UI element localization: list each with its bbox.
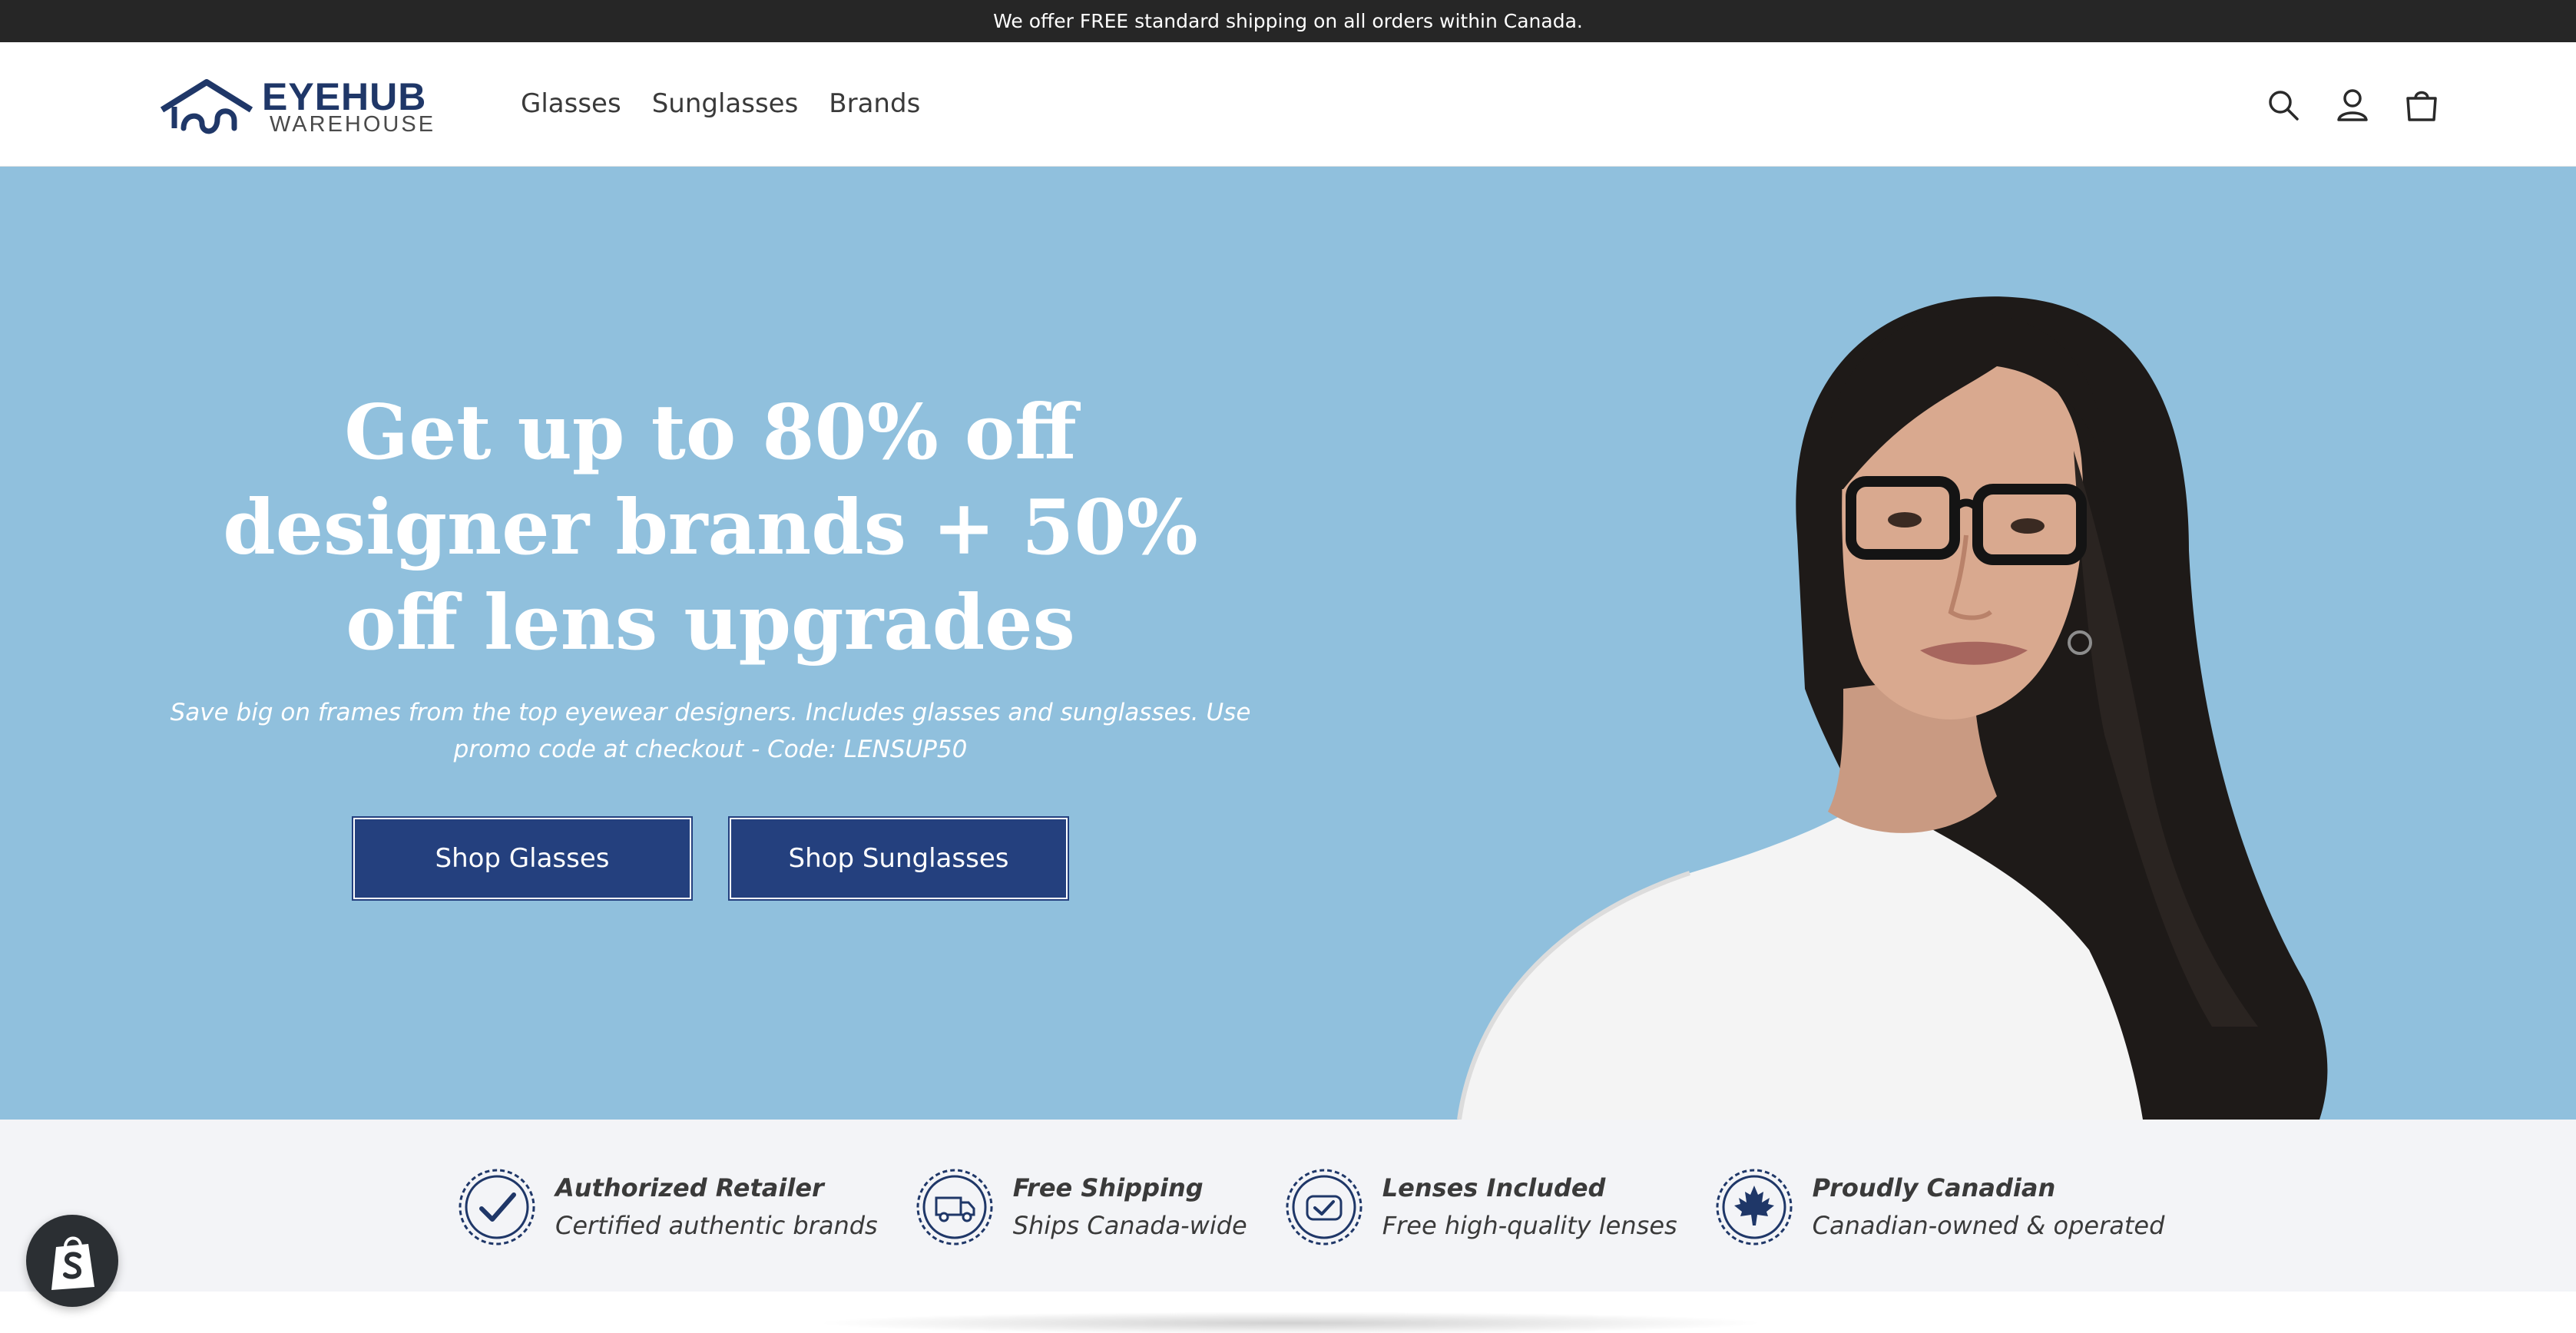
nav-link-brands[interactable]: Brands [829, 82, 920, 125]
badge-lenses-included: Lenses Included Free high-quality lenses [1284, 1167, 1677, 1247]
badge-title: Free Shipping [1012, 1173, 1204, 1202]
truck-seal-icon [916, 1169, 993, 1245]
account-icon [2337, 89, 2368, 121]
lens-check-seal-icon [1286, 1169, 1362, 1245]
account-button[interactable] [2333, 82, 2372, 128]
model-portrait-image [1457, 296, 2328, 1120]
badge-title: Proudly Canadian [1812, 1173, 2056, 1202]
badge-desc: Certified authentic brands [555, 1211, 878, 1240]
cart-button[interactable] [2402, 82, 2441, 128]
badge-authorized-retailer: Authorized Retailer Certified authentic … [457, 1167, 878, 1247]
nav-link-sunglasses[interactable]: Sunglasses [652, 82, 799, 125]
brand-logo[interactable]: EYEHUB WAREHOUSE [157, 76, 442, 139]
badge-desc: Canadian-owned & operated [1812, 1211, 2165, 1240]
badge-desc: Free high-quality lenses [1382, 1211, 1677, 1240]
search-icon [2269, 91, 2299, 121]
shopify-bag-icon [51, 1236, 94, 1290]
shop-sunglasses-button[interactable]: Shop Sunglasses [730, 818, 1068, 899]
hero-cta-group: Shop Glasses Shop Sunglasses [353, 818, 1068, 899]
maple-leaf-seal-icon [1716, 1169, 1793, 1245]
hero-banner: Get up to 80% off designer brands + 50% … [0, 167, 2576, 1120]
next-section-edge [0, 1292, 2576, 1333]
house-glasses-logo-icon [160, 79, 253, 134]
nav-link-glasses[interactable]: Glasses [521, 82, 621, 125]
site-header: EYEHUB WAREHOUSE Glasses Sunglasses Bran… [0, 42, 2576, 167]
badge-free-shipping: Free Shipping Ships Canada-wide [915, 1167, 1247, 1247]
header-actions [2264, 82, 2441, 128]
logo-wordmark-secondary: WAREHOUSE [270, 112, 436, 137]
checkmark-seal-icon [459, 1169, 535, 1245]
shopify-app-button[interactable] [26, 1215, 118, 1307]
badge-desc: Ships Canada-wide [1012, 1211, 1247, 1240]
badge-title: Lenses Included [1382, 1173, 1606, 1202]
cart-icon [2406, 91, 2437, 121]
announcement-bar: We offer FREE standard shipping on all o… [0, 0, 2576, 42]
hero-subtitle: Save big on frames from the top eyewear … [170, 699, 1251, 763]
hero-title: Get up to 80% off designer brands + 50% … [223, 389, 1198, 667]
trust-badges-strip: Authorized Retailer Certified authentic … [0, 1120, 2576, 1292]
announcement-text: We offer FREE standard shipping on all o… [993, 10, 1583, 32]
logo-wordmark-primary: EYEHUB [262, 75, 427, 118]
hero-text-block: Get up to 80% off designer brands + 50% … [131, 385, 1290, 768]
main-nav: Glasses Sunglasses Brands [521, 82, 920, 125]
badge-proudly-canadian: Proudly Canadian Canadian-owned & operat… [1714, 1167, 2165, 1247]
badge-title: Authorized Retailer [555, 1173, 824, 1202]
shop-glasses-button[interactable]: Shop Glasses [353, 818, 691, 899]
search-button[interactable] [2264, 82, 2303, 128]
badge-row: Authorized Retailer Certified authentic … [457, 1167, 2201, 1247]
section-shadow [814, 1312, 1766, 1333]
